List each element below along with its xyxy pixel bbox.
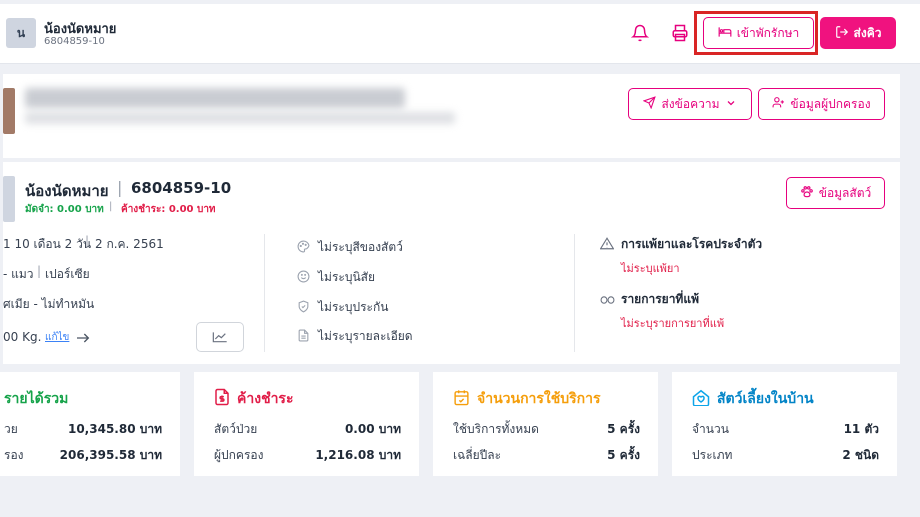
paw-icon	[800, 185, 814, 202]
stat-card-pets: สัตว์เลี้ยงในบ้าน จำนวน 11 ตัว ประเภท 2 …	[672, 372, 897, 476]
outstanding-title: ค้างชำระ	[237, 391, 294, 407]
pets-row2-label: ประเภท	[692, 448, 733, 462]
paper-plane-icon	[643, 96, 657, 112]
usage-title-wrap: จำนวนการใช้บริการ	[453, 388, 601, 410]
owner-info-button[interactable]: ข้อมูลผู้ปกครอง	[758, 88, 885, 120]
column-divider	[264, 234, 265, 352]
pet-avatar: น	[6, 18, 36, 48]
income-row2-label: รอง	[4, 448, 24, 462]
pet-weight: 00 Kg.	[3, 330, 42, 344]
outstanding-row2-label: ผู้ปกครอง	[214, 448, 264, 462]
deposit-divider: |	[109, 201, 113, 212]
send-queue-button[interactable]: ส่งคิว	[820, 17, 896, 49]
house-heart-icon	[692, 389, 710, 410]
outstanding-title-wrap: ค้างชำระ	[214, 388, 293, 410]
income-row2-value: 206,395.58 บาท	[59, 448, 162, 462]
invoice-dollar-icon	[214, 388, 230, 410]
pet-age: 1 10 เดือน 2 วัน	[3, 237, 92, 251]
allergy-value: ไม่ระบุแพ้ยา	[621, 262, 680, 275]
arrow-right-icon[interactable]	[75, 330, 91, 349]
warning-icon	[599, 235, 615, 254]
column-divider	[574, 234, 575, 352]
shield-icon	[297, 298, 310, 317]
deposit-amount: มัดจำ: 0.00 บาท	[25, 204, 104, 215]
pets-row1-value: 11 ตัว	[843, 422, 879, 436]
pet-breed: เปอร์เซีย	[45, 267, 90, 281]
income-title: รายได้รวม	[4, 391, 69, 407]
owner-info-label: ข้อมูลผู้ปกครอง	[790, 96, 871, 111]
edit-weight-link[interactable]: แก้ไข	[45, 330, 69, 345]
pets-title-wrap: สัตว์เลี้ยงในบ้าน	[692, 388, 814, 410]
drug-allergy-title: รายการยาที่แพ้	[621, 292, 699, 306]
stat-card-outstanding: ค้างชำระ สัตว์ป่วย 0.00 บาท ผู้ปกครอง 1,…	[194, 372, 419, 476]
usage-row2-label: เฉลี่ยปีละ	[453, 448, 502, 462]
income-row1-label: วย	[4, 422, 18, 436]
species-divider: |	[37, 264, 42, 278]
usage-title: จำนวนการใช้บริการ	[477, 391, 601, 407]
pet-temperament: ไม่ระบุนิสัย	[318, 270, 376, 284]
usage-row1-label: ใช้บริการทั้งหมด	[453, 422, 539, 436]
weight-chart-button[interactable]	[196, 322, 244, 352]
pet-photo	[3, 176, 15, 222]
stat-card-usage: จำนวนการใช้บริการ ใช้บริการทั้งหมด 5 ครั…	[433, 372, 658, 476]
pets-row2-value: 2 ชนิด	[842, 448, 879, 462]
income-row1-value: 10,345.80 บาท	[67, 422, 162, 436]
owner-card: ส่งข้อความ ข้อมูลผู้ปกครอง	[3, 74, 900, 158]
pets-title: สัตว์เลี้ยงในบ้าน	[717, 391, 814, 407]
header-pet-code: 6804859-10	[44, 36, 105, 47]
pet-sex: ศเมีย - ไม่ทำหมัน	[3, 297, 95, 311]
outstanding-row1-value: 0.00 บาท	[344, 422, 401, 436]
pet-color: ไม่ระบุสีของสัตว์	[318, 240, 403, 254]
pet-details: ไม่ระบุรายละเอียด	[318, 329, 413, 343]
pet-birthdate: 2 ก.ค. 2561	[95, 237, 164, 251]
age-divider: |	[85, 234, 90, 248]
send-message-button[interactable]: ส่งข้อความ	[628, 88, 752, 120]
outstanding-row1-label: สัตว์ป่วย	[214, 422, 258, 436]
pet-info-button[interactable]: ข้อมูลสัตว์	[786, 177, 885, 209]
owner-name-redacted	[25, 88, 405, 108]
send-queue-label: ส่งคิว	[853, 25, 882, 40]
pet-species: - แมว	[3, 267, 34, 281]
pills-icon	[600, 291, 615, 310]
palette-icon	[297, 238, 310, 257]
pet-info-label: ข้อมูลสัตว์	[818, 185, 872, 200]
stat-card-income: รายได้รวม วย 10,345.80 บาท รอง 206,395.5…	[0, 372, 180, 476]
document-icon	[297, 327, 310, 346]
pet-card-name: น้องนัดหมาย	[25, 182, 109, 200]
chevron-down-icon	[725, 97, 737, 112]
pet-insurance: ไม่ระบุประกัน	[318, 300, 389, 314]
usage-row2-value: 5 ครั้ง	[607, 448, 640, 462]
bell-icon[interactable]	[629, 22, 651, 44]
user-plus-icon	[772, 96, 785, 112]
owner-photo	[3, 88, 15, 134]
pets-row1-label: จำนวน	[692, 422, 729, 436]
drug-allergy-value: ไม่ระบุรายการยาที่แพ้	[621, 317, 725, 330]
printer-icon[interactable]	[669, 22, 691, 44]
owner-contact-redacted	[25, 112, 455, 124]
usage-row1-value: 5 ครั้ง	[607, 422, 640, 436]
allergy-title: การแพ้ยาและโรคประจำตัว	[621, 237, 763, 251]
pet-card: น้องนัดหมาย | 6804859-10 มัดจำ: 0.00 บาท…	[3, 162, 900, 364]
send-message-label: ส่งข้อความ	[661, 96, 720, 111]
send-icon	[835, 25, 849, 42]
highlight-box	[694, 11, 818, 55]
outstanding-row2-value: 1,216.08 บาท	[315, 448, 401, 462]
smile-icon	[297, 268, 310, 287]
outstanding-amount: ค้างชำระ: 0.00 บาท	[121, 204, 216, 215]
pet-card-code: 6804859-10	[131, 179, 232, 197]
calendar-check-icon	[453, 389, 470, 410]
name-divider: |	[117, 178, 123, 197]
line-chart-icon	[212, 328, 228, 347]
